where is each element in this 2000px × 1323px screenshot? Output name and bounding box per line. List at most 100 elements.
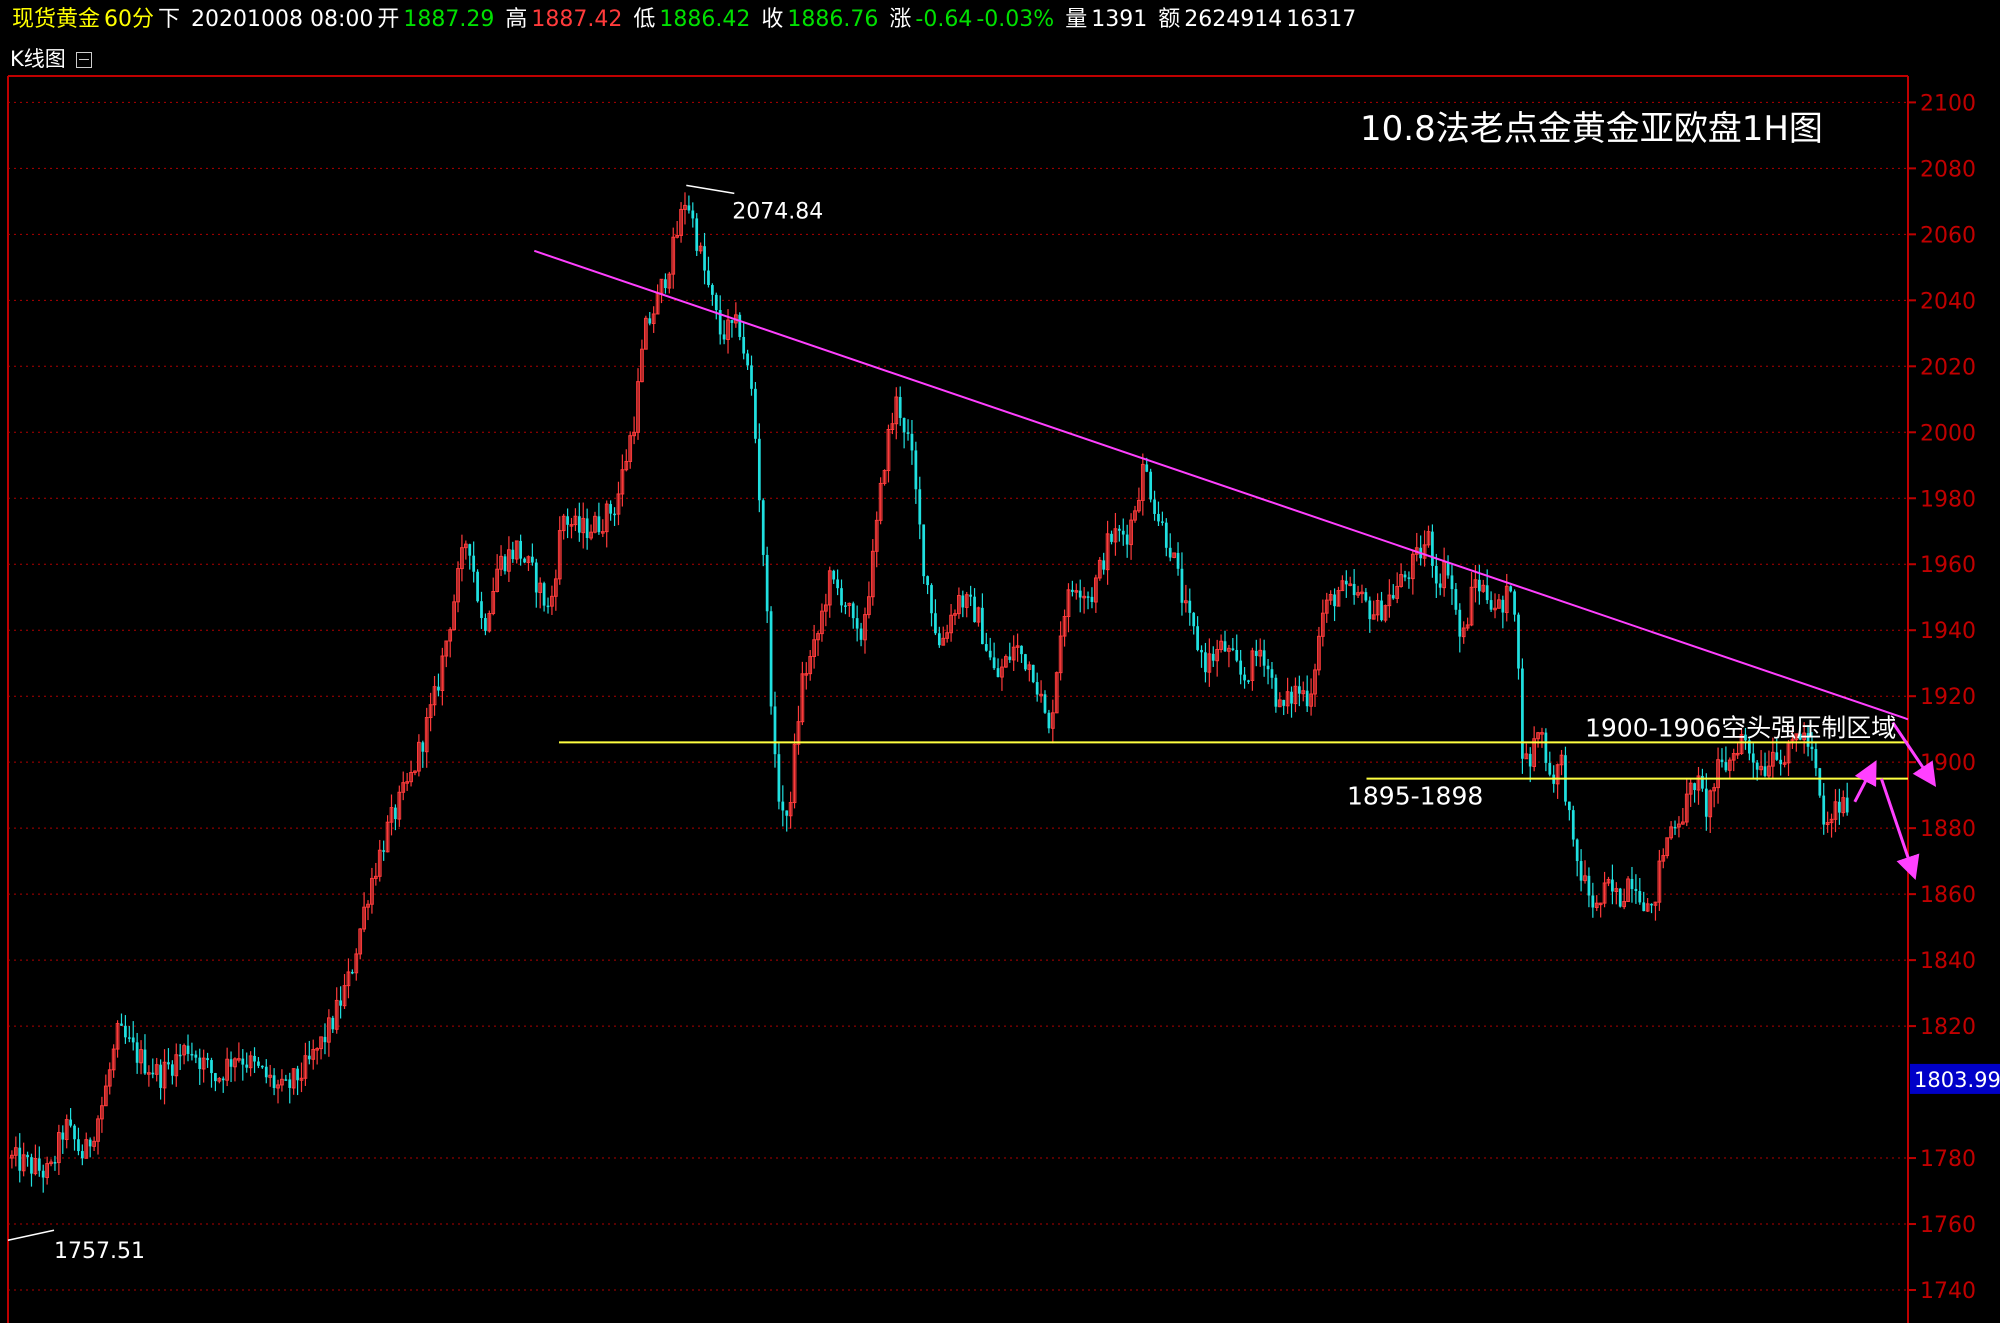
candle-body <box>331 1017 335 1030</box>
candle-body <box>1704 788 1708 817</box>
candle-body <box>1567 801 1571 811</box>
candle-body <box>1153 499 1156 514</box>
candle-body <box>1192 612 1196 627</box>
y-tick-label: 1980 <box>1920 487 1976 512</box>
candle-body <box>691 210 695 219</box>
candle-body <box>1438 583 1442 588</box>
candle-body <box>284 1079 288 1081</box>
candle-body <box>1117 528 1121 531</box>
candle-body <box>742 336 746 354</box>
candle-body <box>206 1058 209 1061</box>
candle-body <box>26 1154 29 1158</box>
y-tick-label: 1860 <box>1920 883 1976 908</box>
candle-body <box>577 516 581 533</box>
candle-body <box>1454 589 1458 610</box>
candle-body <box>170 1064 174 1076</box>
candle-body <box>151 1072 155 1075</box>
kline-chart[interactable]: 2100 2080 2060 2040 2020 2000 1980 1960 1940 1920… <box>0 0 2000 1323</box>
candle-body <box>1247 680 1250 682</box>
candle-body <box>1845 797 1849 813</box>
candle-body <box>1149 471 1153 500</box>
candle-body <box>1047 712 1051 729</box>
candle-body <box>1485 585 1489 601</box>
candle-body <box>1235 649 1239 661</box>
candle-body <box>969 594 973 597</box>
candle-body <box>511 549 515 560</box>
candle-body <box>198 1057 202 1069</box>
candle-body <box>1575 839 1579 862</box>
candle-body <box>1634 888 1638 892</box>
candle-body <box>1450 575 1454 590</box>
chart-labels: 1900-1906空头强压制区域 1895-1898 2074.84 1757.51 1… <box>7 109 1896 1264</box>
candlesticks <box>10 192 1849 1193</box>
candle-body <box>761 500 765 555</box>
candle-body <box>546 605 550 608</box>
candle-body <box>1720 759 1724 763</box>
candle-body <box>922 524 926 577</box>
candle-body <box>1270 669 1274 678</box>
chart-title: 10.8法老点金黄金亚欧盘1H图 <box>1360 109 1823 149</box>
candle-body <box>1477 579 1481 592</box>
candle-body <box>1176 552 1180 569</box>
candle-body <box>1571 810 1575 840</box>
candle-body <box>1403 574 1407 578</box>
candle-body <box>339 1000 342 1006</box>
candle-body <box>178 1054 182 1057</box>
candle-body <box>613 513 616 516</box>
candle-body <box>1513 591 1516 615</box>
candle-body <box>241 1058 245 1065</box>
candle-body <box>1368 600 1372 620</box>
y-tick-label: 2060 <box>1920 223 1976 248</box>
candle-body <box>981 607 984 645</box>
candle-body <box>120 1023 123 1026</box>
candle-body <box>530 556 534 563</box>
candle-body <box>1239 660 1243 675</box>
y-tick-label: 2000 <box>1920 421 1976 446</box>
candle-body <box>773 706 777 755</box>
candle-body <box>754 388 757 439</box>
high-marker-line <box>686 184 735 195</box>
candle-body <box>186 1045 190 1054</box>
candle-body <box>221 1078 225 1081</box>
candle-body <box>1102 560 1106 570</box>
candle-body <box>1352 583 1356 596</box>
candle-body <box>194 1054 198 1058</box>
candle-body <box>1090 596 1094 603</box>
candle-body <box>1521 668 1524 759</box>
candle-body <box>1763 766 1767 776</box>
y-tick-label: 1780 <box>1920 1147 1976 1172</box>
candle-body <box>214 1073 217 1082</box>
candle-body <box>1611 879 1614 892</box>
candle-body <box>1458 609 1462 637</box>
candle-body <box>260 1065 264 1068</box>
candle-body <box>777 754 781 802</box>
candle-body <box>926 576 929 586</box>
candle-body <box>1297 686 1301 694</box>
candle-body <box>832 570 836 580</box>
candle-body <box>840 588 843 606</box>
candle-body <box>1344 580 1348 585</box>
high-marker-label: 2074.84 <box>732 199 823 224</box>
candle-body <box>1434 565 1438 584</box>
candle-body <box>585 518 589 538</box>
candle-body <box>167 1062 170 1065</box>
candle-body <box>1630 878 1634 889</box>
candle-body <box>1755 762 1759 770</box>
y-tick-label: 1840 <box>1920 949 1976 974</box>
candle-body <box>1333 594 1336 607</box>
candle-body <box>77 1139 80 1152</box>
candle-body <box>1814 749 1818 769</box>
candle-body <box>937 633 941 646</box>
candle-body <box>898 397 902 418</box>
candle-body <box>1110 533 1113 542</box>
candle-body <box>1779 759 1783 765</box>
candle-body <box>973 596 976 623</box>
candle-body <box>245 1064 249 1068</box>
candle-body <box>1262 650 1266 666</box>
y-tick-label: 2020 <box>1920 355 1976 380</box>
candle-body <box>73 1125 76 1140</box>
low-marker-line <box>7 1229 55 1241</box>
candle-body <box>1086 596 1090 598</box>
y-tick-label: 1760 <box>1920 1213 1976 1238</box>
candle-body <box>288 1079 292 1088</box>
